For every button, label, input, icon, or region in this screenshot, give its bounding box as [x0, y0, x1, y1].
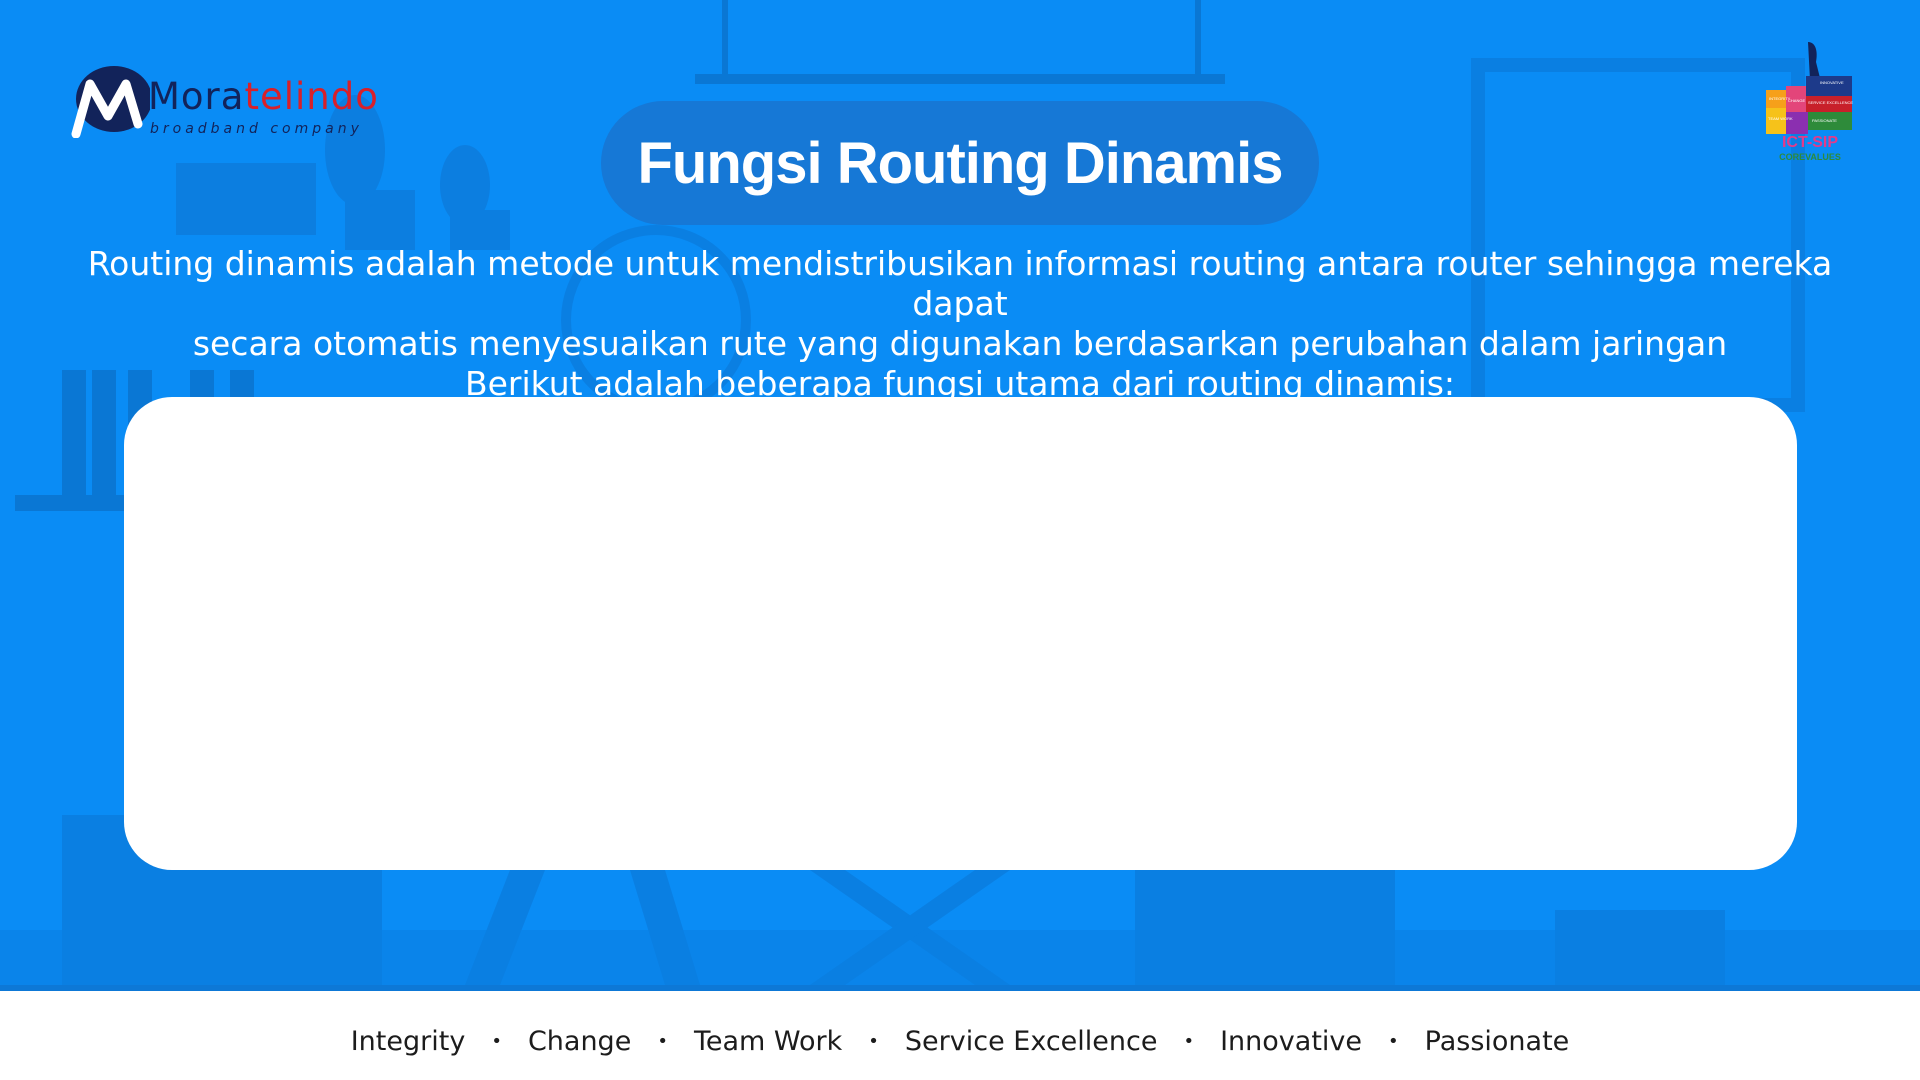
core-value-item: Change — [527, 1025, 632, 1057]
core-values-badge: INTEGRITY CHANGE INNOVATIVE SERVICE EXCE… — [1760, 38, 1860, 164]
footer-bar: Integrity • Change • Team Work • Service… — [0, 985, 1920, 1080]
core-value-item: Innovative — [1220, 1025, 1363, 1057]
badge-piece-label: SERVICE EXCELLENCE — [1808, 100, 1853, 105]
core-value-item: Integrity — [350, 1025, 466, 1057]
slide-title-pill: Fungsi Routing Dinamis — [601, 101, 1319, 225]
brand-name: Moratelindo — [148, 75, 379, 118]
core-value-item: Team Work — [693, 1025, 843, 1057]
separator-dot: • — [1183, 1030, 1195, 1052]
separator-dot: • — [868, 1030, 879, 1052]
brand-tagline: broadband company — [150, 121, 363, 137]
badge-title: ICT-SIP — [1781, 134, 1838, 151]
core-value-item: Service Excellence — [904, 1025, 1158, 1057]
intro-line: Routing dinamis adalah metode untuk mend… — [87, 244, 1833, 323]
intro-paragraph: Routing dinamis adalah metode untuk mend… — [60, 244, 1860, 404]
separator-dot: • — [491, 1030, 502, 1052]
core-value-item: Passionate — [1424, 1025, 1570, 1057]
separator-dot: • — [657, 1030, 668, 1052]
slide-title: Fungsi Routing Dinamis — [637, 130, 1284, 196]
badge-piece-label: INNOVATIVE — [1820, 80, 1844, 85]
badge-piece-label: CHANGE — [1788, 98, 1805, 103]
intro-line: secara otomatis menyesuaikan rute yang d… — [192, 324, 1728, 363]
badge-piece-label: TEAM WORK — [1768, 116, 1793, 121]
moratelindo-m-mark-icon — [71, 66, 150, 138]
moratelindo-logo: Moratelindo broadband company — [68, 60, 378, 140]
badge-subtitle: COREVALUES — [1779, 152, 1841, 162]
core-values-list: Integrity • Change • Team Work • Service… — [0, 1021, 1920, 1061]
badge-piece-label: PASSIONATE — [1812, 118, 1837, 123]
content-card — [124, 397, 1797, 870]
thumbs-up-puzzle-icon: INTEGRITY CHANGE INNOVATIVE SERVICE EXCE… — [1766, 42, 1853, 134]
separator-dot: • — [1388, 1030, 1399, 1052]
